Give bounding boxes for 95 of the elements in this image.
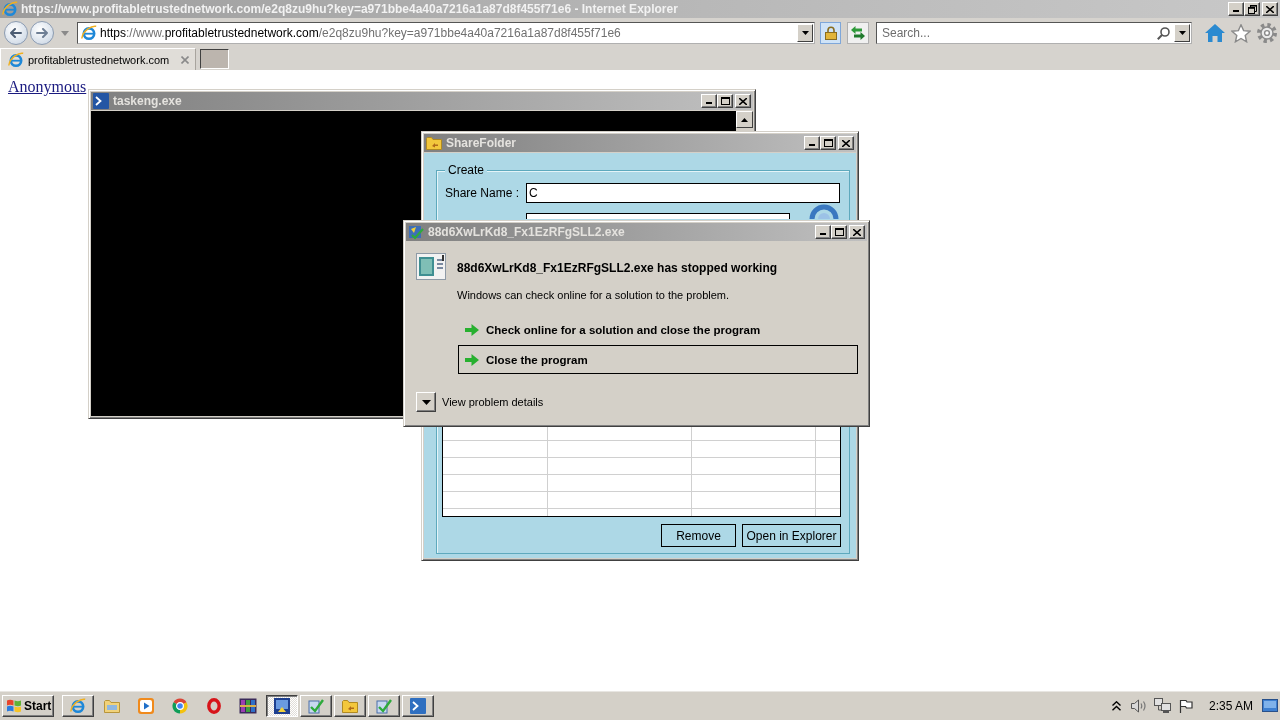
window-title: ShareFolder — [446, 136, 518, 150]
back-button[interactable] — [4, 21, 28, 45]
clock[interactable]: 2:35 AM — [1208, 698, 1253, 713]
dropdown-button[interactable] — [797, 24, 813, 42]
start-button[interactable]: Start — [2, 694, 54, 717]
restore-button[interactable] — [1244, 2, 1260, 16]
maximize-button[interactable] — [820, 136, 836, 150]
group-label: Create — [445, 163, 488, 177]
close-button[interactable] — [735, 94, 751, 108]
browser-logo-icon — [81, 25, 97, 41]
maximize-button[interactable] — [831, 225, 847, 239]
restore-icon — [1247, 4, 1257, 14]
books-icon — [239, 697, 257, 714]
remove-button[interactable]: Remove — [661, 524, 736, 547]
window-title: 88d6XwLrKd8_Fx1EzRFgSLL2.exe — [428, 225, 626, 239]
lock-button[interactable] — [820, 22, 841, 44]
page-tick-icon — [308, 697, 324, 714]
round-logo-icon — [172, 697, 188, 714]
caret-icon — [421, 399, 431, 405]
minimize-icon — [706, 102, 712, 104]
chevron-up-icon[interactable] — [1111, 700, 1121, 711]
minimize-icon — [820, 233, 826, 235]
close-icon — [853, 228, 861, 236]
expand-button[interactable] — [416, 392, 436, 412]
browser-logo-icon — [2, 1, 18, 17]
input-field[interactable]: C — [526, 183, 840, 203]
caret-icon — [1178, 31, 1186, 35]
forward-icon — [36, 28, 48, 38]
error-message: Windows can check online for a solution to the problem. — [457, 289, 731, 302]
settings-icon[interactable] — [1257, 23, 1277, 43]
folder-icon — [426, 136, 442, 150]
program-icon — [408, 224, 424, 240]
address-field[interactable]: https://www.profitabletrustednetwork.com/e2q8zu9hu?key=a971bbe4a40a7216a1a87d8f455f71e6 — [77, 22, 815, 44]
details-label[interactable]: View problem details — [442, 396, 544, 408]
program-icon — [274, 697, 290, 714]
speaker-icon[interactable] — [1130, 698, 1147, 713]
taskbar-button[interactable] — [266, 694, 298, 717]
field-label: Share Name : — [445, 186, 521, 200]
four-panes-logo-icon — [6, 698, 22, 713]
minimize-icon — [1233, 10, 1239, 12]
tab[interactable]: profitabletrustednetwork.com — [0, 48, 196, 70]
forward-button[interactable] — [30, 21, 54, 45]
input-field[interactable] — [526, 213, 790, 219]
arc-icon[interactable] — [808, 204, 840, 219]
play-icon — [138, 697, 154, 714]
refresh-icon — [851, 26, 865, 40]
maximize-icon — [823, 139, 833, 147]
window-title: https://www.profitabletrustednetwork.com/e2q8zu9hu?key=a971bbe4a40a7216a1a87d8f455f71e6 - Internet Explorer — [21, 2, 679, 16]
maximize-icon — [834, 228, 844, 236]
search-field[interactable]: Search... — [876, 22, 1192, 44]
search-icon[interactable] — [1157, 26, 1170, 40]
command-link[interactable]: Check online for a solution and close the program — [458, 315, 858, 344]
maximize-icon — [720, 97, 730, 105]
minimize-button[interactable] — [815, 225, 831, 239]
ring-icon — [207, 697, 221, 714]
dropdown-button[interactable] — [1174, 24, 1190, 42]
close-button[interactable] — [1262, 2, 1278, 16]
browser-logo-icon — [70, 697, 86, 714]
padlock-icon — [824, 26, 837, 40]
arrow-icon — [465, 322, 479, 337]
prompt-icon — [410, 697, 426, 714]
minimize-button[interactable] — [1228, 2, 1244, 16]
prompt-icon — [93, 93, 109, 109]
close-button[interactable] — [849, 225, 865, 239]
open-button[interactable]: Open in Explorer — [742, 524, 841, 547]
window-title: taskeng.exe — [113, 94, 183, 108]
minimize-button[interactable] — [804, 136, 820, 150]
refresh-button[interactable] — [847, 22, 869, 44]
star-icon[interactable] — [1231, 23, 1251, 43]
caret-up-icon — [741, 117, 748, 122]
close-icon — [842, 139, 850, 147]
screen-icon[interactable] — [1262, 699, 1278, 712]
page-tick-icon — [376, 697, 392, 714]
link[interactable]: Anonymous — [8, 78, 87, 95]
minimize-button[interactable] — [701, 94, 717, 108]
close-icon — [1266, 5, 1274, 13]
close-icon[interactable] — [181, 55, 189, 64]
minimize-icon — [809, 144, 815, 146]
maximize-button[interactable] — [717, 94, 733, 108]
new-tab-button[interactable] — [200, 49, 229, 69]
error-heading: 88d6XwLrKd8_Fx1EzRFgSLL2.exe has stopped working — [457, 261, 779, 275]
command-link[interactable]: Close the program — [458, 345, 858, 374]
close-icon — [739, 97, 747, 105]
window-icon — [416, 253, 446, 280]
network-icon[interactable] — [1153, 698, 1171, 713]
scroll-up-button[interactable] — [736, 111, 753, 128]
list-view[interactable] — [442, 425, 841, 517]
close-button[interactable] — [838, 136, 854, 150]
flag-icon[interactable] — [1178, 698, 1193, 713]
browser-logo-icon — [8, 51, 24, 68]
back-icon — [10, 28, 22, 38]
caret-icon — [801, 31, 809, 35]
folder-icon — [104, 698, 120, 713]
arrow-icon — [465, 352, 479, 367]
folder-icon — [342, 698, 358, 713]
